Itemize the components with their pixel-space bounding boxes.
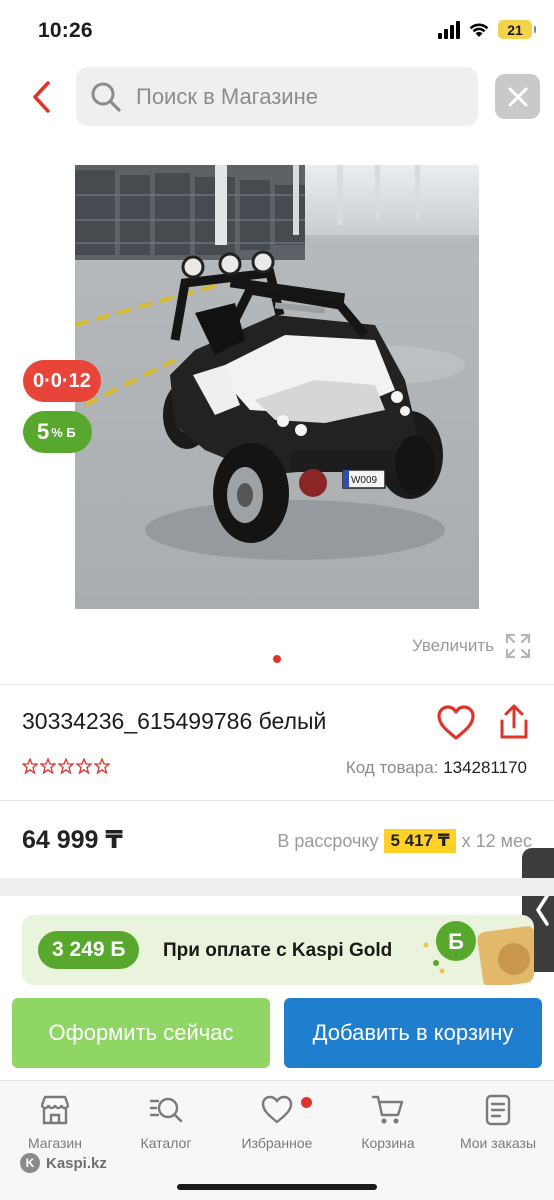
bonus-badge-value: 5 xyxy=(37,419,50,444)
cart-icon xyxy=(371,1095,404,1124)
zoom-label: Увеличить xyxy=(412,636,494,655)
close-button[interactable] xyxy=(495,74,540,119)
expand-icon xyxy=(505,633,531,659)
kaspi-logo: K Kaspi.kz xyxy=(20,1153,107,1173)
back-button[interactable] xyxy=(24,78,58,116)
notification-dot xyxy=(301,1097,312,1108)
nav-item-orders[interactable]: Мои заказы xyxy=(448,1093,548,1151)
image-pager-dot[interactable] xyxy=(273,655,281,663)
heart-icon xyxy=(437,705,475,740)
product-image[interactable]: W009 xyxy=(75,165,479,609)
home-indicator[interactable] xyxy=(177,1184,377,1190)
divider xyxy=(0,800,554,801)
cellular-signal-icon xyxy=(438,20,460,39)
product-photo-toy-car: W009 xyxy=(75,165,479,609)
nav-item-favorites[interactable]: Избранное xyxy=(227,1093,327,1151)
store-icon xyxy=(40,1095,70,1125)
star-icon xyxy=(22,758,38,774)
battery-indicator: 21 xyxy=(498,20,536,39)
product-code-value: 134281170 xyxy=(443,758,527,777)
bonus-badge-suffix: % Б xyxy=(51,424,76,440)
orders-icon xyxy=(485,1094,511,1126)
installment-info[interactable]: В рассрочку 5 417 ₸ х 12 мес xyxy=(277,829,532,853)
kaspi-gold-illustration-icon: Б xyxy=(423,921,534,985)
nav-item-cart[interactable]: Корзина xyxy=(338,1093,438,1151)
zoom-button[interactable]: Увеличить xyxy=(412,632,532,660)
installment-amount: 5 417 ₸ xyxy=(384,829,456,853)
add-to-cart-button[interactable]: Добавить в корзину xyxy=(284,998,542,1068)
catalog-search-icon xyxy=(149,1097,183,1123)
product-title: 30334236_615499786 белый xyxy=(22,708,327,734)
kaspi-gold-banner[interactable]: 3 249 Б При оплате с Kaspi Gold Б xyxy=(22,915,534,985)
search-input[interactable] xyxy=(136,83,436,110)
close-icon xyxy=(508,87,527,106)
product-price: 64 999 ₸ xyxy=(22,826,123,854)
share-button[interactable] xyxy=(496,703,532,741)
heart-icon xyxy=(261,1095,293,1124)
wifi-icon xyxy=(469,23,489,37)
star-icon xyxy=(58,758,74,774)
favorite-button[interactable] xyxy=(436,704,476,742)
gold-bonus-badge: 3 249 Б xyxy=(38,931,140,969)
bonus-badge: 5% Б xyxy=(23,411,92,453)
nav-label: Магазин xyxy=(27,1135,82,1151)
svg-text:Б: Б xyxy=(448,929,464,954)
nav-label: Каталог xyxy=(140,1135,192,1151)
star-icon xyxy=(40,758,56,774)
product-code: Код товара: 134281170 xyxy=(346,758,527,778)
nav-label: Мои заказы xyxy=(459,1135,537,1151)
gold-banner-text: При оплате с Kaspi Gold xyxy=(163,940,393,961)
status-time: 10:26 xyxy=(38,19,93,42)
status-bar: 10:26 21 xyxy=(0,0,554,60)
rating-stars xyxy=(22,758,110,774)
product-code-label: Код товара: xyxy=(345,758,439,777)
installment-suffix: х 12 мес xyxy=(461,830,532,851)
search-bar[interactable] xyxy=(76,67,478,126)
chevron-left-icon xyxy=(536,894,549,926)
divider xyxy=(0,684,554,685)
nav-item-catalog[interactable]: Каталог xyxy=(116,1093,216,1151)
installment-badge: 0·0·12 xyxy=(23,360,101,402)
section-separator xyxy=(0,878,554,896)
share-icon xyxy=(500,704,528,739)
license-plate-text: W009 xyxy=(351,475,378,486)
order-now-button[interactable]: Оформить сейчас xyxy=(12,998,270,1068)
nav-label: Корзина xyxy=(361,1135,415,1151)
star-icon xyxy=(94,758,110,774)
kaspi-logo-icon: K xyxy=(20,1153,40,1173)
chevron-left-icon xyxy=(33,81,50,113)
search-icon xyxy=(91,82,121,112)
nav-item-store[interactable]: Магазин xyxy=(5,1093,105,1151)
star-icon xyxy=(76,758,92,774)
kaspi-logo-text: Kaspi.kz xyxy=(46,1154,107,1172)
bottom-navigation: Магазин Каталог Избранное Корзина Мои за… xyxy=(0,1080,554,1200)
installment-prefix: В рассрочку xyxy=(277,830,379,851)
nav-label: Избранное xyxy=(241,1135,313,1151)
status-indicators: 21 xyxy=(438,20,536,39)
